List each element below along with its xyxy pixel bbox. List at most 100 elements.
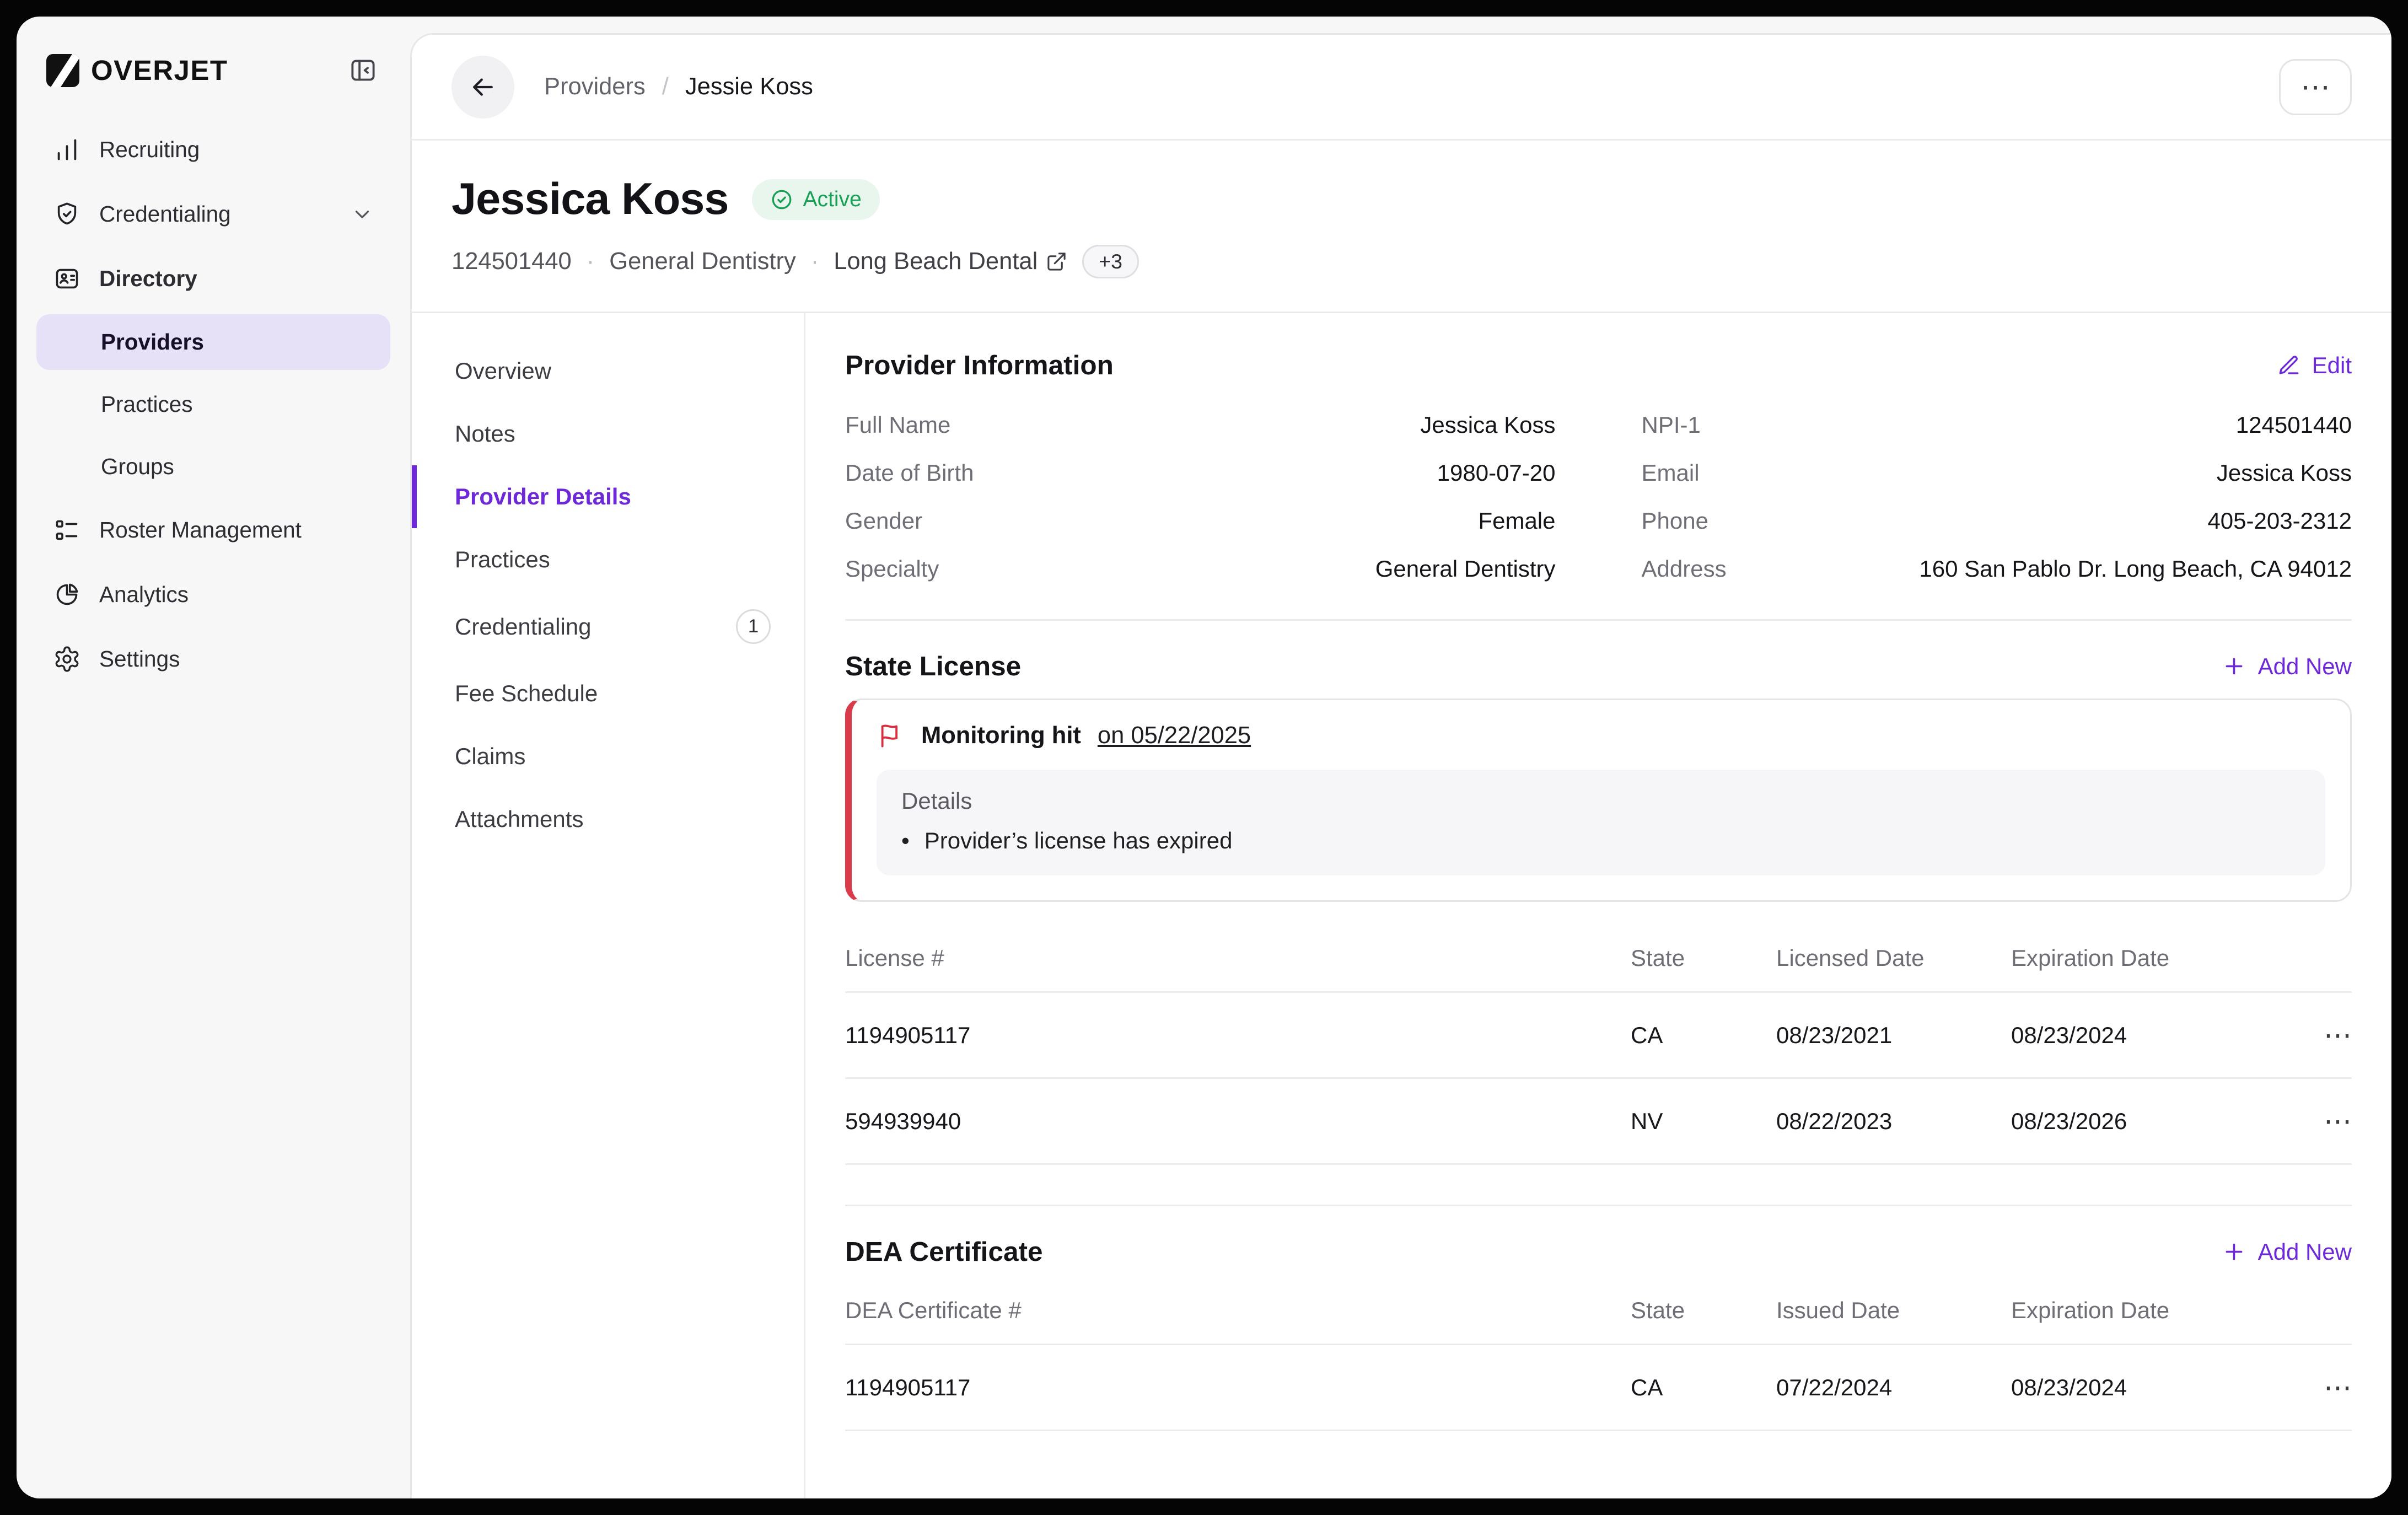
profile-meta: 124501440 · General Dentistry · Long Bea…: [452, 245, 2352, 278]
sidebar-item-label: Roster Management: [99, 517, 302, 543]
sidebar-item-label: Recruiting: [99, 137, 200, 163]
sidebar-item-practices[interactable]: Practices: [36, 377, 390, 432]
tab-attachments[interactable]: Attachments: [412, 788, 804, 851]
sidebar-item-label: Groups: [101, 454, 174, 480]
add-dea-certificate-button[interactable]: Add New: [2222, 1239, 2352, 1265]
row-menu-button[interactable]: ⋯: [2292, 1107, 2352, 1135]
logo-text: OVERJET: [91, 54, 228, 87]
sidebar-item-label: Providers: [101, 329, 204, 355]
dea-certificate-number: 1194905117: [845, 1374, 1631, 1401]
table-row: 1194905117 CA 07/22/2024 08/23/2024 ⋯: [845, 1345, 2352, 1431]
licensed-date: 08/23/2021: [1776, 1022, 2011, 1049]
status-badge: Active: [752, 179, 880, 220]
expiration-date: 08/23/2026: [2011, 1108, 2292, 1135]
sidebar-item-label: Settings: [99, 646, 180, 672]
plus-icon: [2222, 654, 2246, 679]
field-row: Phone405-203-2312: [1642, 497, 2352, 545]
sidebar-header: OVERJET: [36, 46, 390, 121]
sidebar-item-providers[interactable]: Providers: [36, 314, 390, 370]
field-row: NPI-1124501440: [1642, 401, 2352, 449]
table-header-row: DEA Certificate # State Issued Date Expi…: [845, 1284, 2352, 1345]
main-area: Providers / Jessie Koss ⋯ Jessica Koss: [410, 17, 2391, 1498]
field-row: SpecialtyGeneral Dentistry: [845, 545, 1556, 593]
add-state-license-button[interactable]: Add New: [2222, 653, 2352, 680]
sidebar-collapse-button[interactable]: [346, 53, 380, 88]
tab-provider-details[interactable]: Provider Details: [412, 465, 804, 528]
field-row: Date of Birth1980-07-20: [845, 449, 1556, 497]
topbar: Providers / Jessie Koss ⋯: [412, 35, 2391, 141]
breadcrumb-current: Jessie Koss: [685, 73, 813, 100]
tab-credentialing[interactable]: Credentialing 1: [412, 591, 804, 662]
alert-details-item: Provider’s license has expired: [901, 828, 2300, 854]
breadcrumb-separator: /: [662, 73, 669, 100]
back-button[interactable]: [452, 56, 514, 119]
sidebar-item-label: Directory: [99, 266, 197, 292]
practice-link[interactable]: Long Beach Dental: [834, 248, 1067, 275]
more-practices-chip[interactable]: +3: [1082, 245, 1139, 278]
field-row: Full NameJessica Koss: [845, 401, 1556, 449]
chevron-down-icon: [351, 203, 374, 226]
sidebar-item-roster-management[interactable]: Roster Management: [36, 501, 390, 559]
provider-info-header: Provider Information Edit: [845, 350, 2352, 381]
sidebar: OVERJET Recruiting: [17, 17, 410, 1498]
provider-specialty: General Dentistry: [609, 248, 796, 275]
issued-date: 07/22/2024: [1776, 1374, 2011, 1401]
license-state: CA: [1631, 1022, 1776, 1049]
flag-icon: [877, 722, 905, 750]
sidebar-item-recruiting[interactable]: Recruiting: [36, 121, 390, 179]
fields-column-right: NPI-1124501440 EmailJessica Koss Phone40…: [1642, 401, 2352, 593]
detail-content: Provider Information Edit Full NameJessi…: [805, 313, 2391, 1498]
sidebar-item-groups[interactable]: Groups: [36, 439, 390, 495]
logo: OVERJET: [46, 54, 228, 87]
sidebar-item-directory[interactable]: Directory: [36, 250, 390, 308]
sidebar-nav: Recruiting Credentialing Directory: [36, 121, 390, 695]
external-link-icon: [1046, 251, 1067, 272]
id-card-icon: [53, 265, 81, 293]
expiration-date: 08/23/2024: [2011, 1022, 2292, 1049]
state-license-header: State License Add New: [845, 651, 2352, 682]
status-badge-label: Active: [803, 187, 862, 212]
credentialing-count-badge: 1: [736, 609, 771, 644]
plus-icon: [2222, 1239, 2246, 1264]
field-row: Address160 San Pablo Dr. Long Beach, CA …: [1642, 545, 2352, 593]
dea-state: CA: [1631, 1374, 1776, 1401]
table-header-row: License # State Licensed Date Expiration…: [845, 932, 2352, 993]
edit-button[interactable]: Edit: [2277, 352, 2352, 379]
license-state: NV: [1631, 1108, 1776, 1135]
bar-chart-icon: [53, 136, 81, 164]
page-more-button[interactable]: ⋯: [2279, 59, 2352, 115]
detail-body: Overview Notes Provider Details Practice…: [412, 313, 2391, 1498]
alert-date-link[interactable]: on 05/22/2025: [1098, 722, 1251, 749]
table-row: 594939940 NV 08/22/2023 08/23/2026 ⋯: [845, 1079, 2352, 1165]
tab-practices[interactable]: Practices: [412, 528, 804, 591]
sidebar-item-analytics[interactable]: Analytics: [36, 566, 390, 624]
gear-icon: [53, 645, 81, 673]
screen: OVERJET Recruiting: [0, 0, 2408, 1515]
license-number: 594939940: [845, 1108, 1631, 1135]
tab-overview[interactable]: Overview: [412, 340, 804, 402]
tab-fee-schedule[interactable]: Fee Schedule: [412, 662, 804, 725]
sidebar-item-settings[interactable]: Settings: [36, 630, 390, 688]
dot-separator: ·: [811, 248, 819, 275]
detail-subnav: Overview Notes Provider Details Practice…: [412, 313, 805, 1498]
tab-claims[interactable]: Claims: [412, 725, 804, 788]
field-row: EmailJessica Koss: [1642, 449, 2352, 497]
shield-check-icon: [53, 200, 81, 228]
check-circle-icon: [770, 188, 793, 211]
breadcrumb-parent[interactable]: Providers: [544, 73, 646, 100]
sidebar-item-credentialing[interactable]: Credentialing: [36, 185, 390, 243]
row-menu-button[interactable]: ⋯: [2292, 1021, 2352, 1049]
section-divider: [845, 1205, 2352, 1206]
section-title: Provider Information: [845, 350, 1114, 381]
dea-table: DEA Certificate # State Issued Date Expi…: [845, 1284, 2352, 1431]
section-title: State License: [845, 651, 1021, 682]
dot-separator: ·: [587, 248, 595, 275]
main-card: Providers / Jessie Koss ⋯ Jessica Koss: [410, 33, 2391, 1498]
row-menu-button[interactable]: ⋯: [2292, 1373, 2352, 1401]
breadcrumb: Providers / Jessie Koss: [544, 73, 813, 100]
table-row: 1194905117 CA 08/23/2021 08/23/2024 ⋯: [845, 993, 2352, 1079]
tab-notes[interactable]: Notes: [412, 402, 804, 465]
profile-header: Jessica Koss Active 124501440 · General …: [412, 141, 2391, 313]
app-window: OVERJET Recruiting: [17, 17, 2391, 1498]
expiration-date: 08/23/2024: [2011, 1374, 2292, 1401]
